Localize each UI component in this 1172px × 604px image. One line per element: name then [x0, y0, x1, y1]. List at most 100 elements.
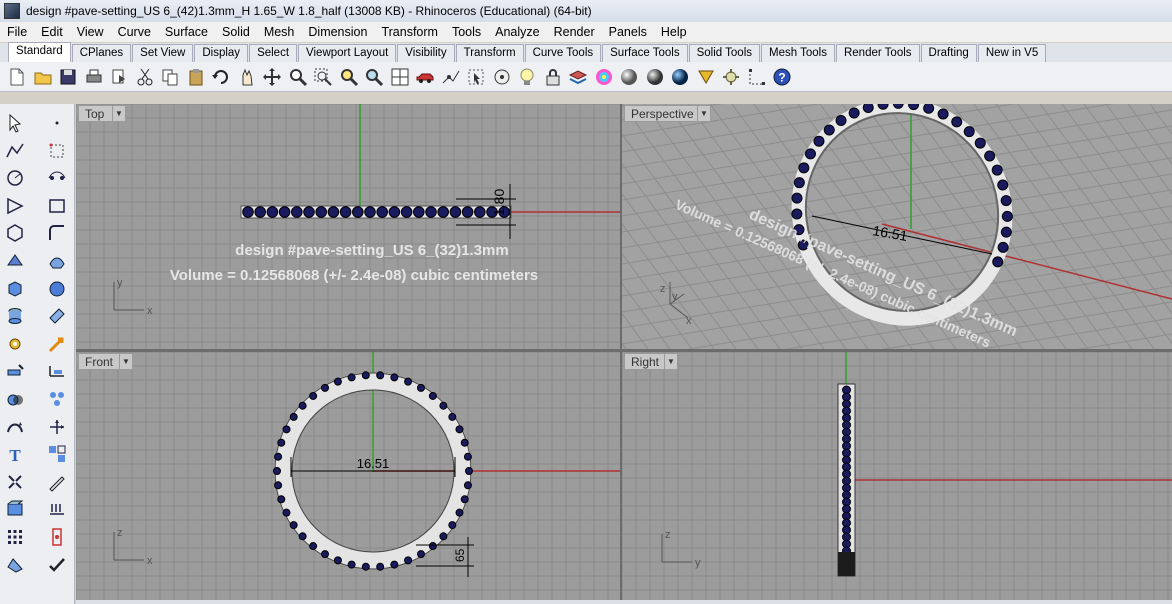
menu-curve[interactable]: Curve: [111, 22, 158, 42]
light-icon[interactable]: [516, 66, 538, 88]
dim-icon[interactable]: [46, 360, 68, 382]
props-icon[interactable]: [720, 66, 742, 88]
help-icon[interactable]: ?: [771, 66, 793, 88]
menu-analyze[interactable]: Analyze: [488, 22, 546, 42]
explode-icon[interactable]: [4, 471, 26, 493]
menu-panels[interactable]: Panels: [602, 22, 654, 42]
right-view-canvas[interactable]: yz: [622, 352, 1172, 600]
edit-icon[interactable]: [46, 471, 68, 493]
arc-icon[interactable]: [4, 167, 26, 189]
car-icon[interactable]: [414, 66, 436, 88]
new-file-icon[interactable]: [6, 66, 28, 88]
menu-view[interactable]: View: [70, 22, 111, 42]
menu-help[interactable]: Help: [654, 22, 694, 42]
zoom-window-icon[interactable]: [312, 66, 334, 88]
tab-viewport-layout[interactable]: Viewport Layout: [298, 44, 397, 62]
polygon-icon[interactable]: [4, 222, 26, 244]
chevron-down-icon[interactable]: ▼: [112, 106, 125, 121]
solid-edit-icon[interactable]: [4, 498, 26, 520]
tab-select[interactable]: Select: [249, 44, 298, 62]
ruler-icon[interactable]: [4, 554, 26, 576]
menu-transform[interactable]: Transform: [374, 22, 445, 42]
zoom-extents-icon[interactable]: [338, 66, 360, 88]
viewport-right[interactable]: yz Right ▼: [622, 352, 1172, 600]
render-sphere-icon[interactable]: [669, 66, 691, 88]
viewport-label-top[interactable]: Top ▼: [78, 105, 126, 122]
viewport-label-front[interactable]: Front ▼: [78, 353, 133, 370]
tab-new-in-v5[interactable]: New in V5: [977, 44, 1047, 62]
cut-icon[interactable]: [134, 66, 156, 88]
tab-render-tools[interactable]: Render Tools: [835, 44, 920, 62]
surface-icon[interactable]: [46, 250, 68, 272]
copy-icon[interactable]: [159, 66, 181, 88]
layer-icon[interactable]: [567, 66, 589, 88]
point-grid-icon[interactable]: [46, 167, 68, 189]
menu-file[interactable]: File: [0, 22, 34, 42]
front-view-canvas[interactable]: 16.51 65 x z: [76, 352, 620, 600]
tab-drafting[interactable]: Drafting: [920, 44, 977, 62]
zoom-selected-icon[interactable]: [363, 66, 385, 88]
menu-tools[interactable]: Tools: [445, 22, 488, 42]
circle-icon[interactable]: [491, 66, 513, 88]
chevron-down-icon[interactable]: ▼: [664, 354, 677, 369]
viewport-label-right[interactable]: Right ▼: [624, 353, 678, 370]
polyline-icon[interactable]: [4, 140, 26, 162]
shaded-sphere-icon[interactable]: [644, 66, 666, 88]
select-icon[interactable]: [465, 66, 487, 88]
perspective-view-canvas[interactable]: 16.51design #pave-setting_US 6_(32)1.3mm…: [622, 104, 1172, 349]
gear-icon[interactable]: [4, 333, 26, 355]
mesh-icon[interactable]: [46, 498, 68, 520]
tab-set-view[interactable]: Set View: [132, 44, 194, 62]
chevron-down-icon[interactable]: ▼: [697, 106, 710, 121]
print-icon[interactable]: [83, 66, 105, 88]
tab-cplanes[interactable]: CPlanes: [71, 44, 132, 62]
viewport-top[interactable]: 1.80 design #pave-setting_US 6_(32)1.3mm V…: [76, 104, 620, 349]
open-file-icon[interactable]: [32, 66, 54, 88]
grid-icon[interactable]: [4, 526, 26, 548]
viewport-front[interactable]: 16.51 65 x z Front ▼: [76, 352, 620, 600]
lamp-icon[interactable]: [695, 66, 717, 88]
tab-surface-tools[interactable]: Surface Tools: [602, 44, 688, 62]
patch-icon[interactable]: [46, 305, 68, 327]
top-view-canvas[interactable]: 1.80 design #pave-setting_US 6_(32)1.3mm V…: [76, 104, 620, 349]
menu-render[interactable]: Render: [547, 22, 602, 42]
group-icon[interactable]: [46, 443, 68, 465]
boolean-icon[interactable]: [4, 388, 26, 410]
pipe-icon[interactable]: [4, 360, 26, 382]
viewport-splitter-horizontal[interactable]: [76, 349, 1172, 352]
menu-solid[interactable]: Solid: [215, 22, 257, 42]
curve-tool-icon[interactable]: [4, 195, 26, 217]
curve-fillet-icon[interactable]: [46, 222, 68, 244]
lock-icon[interactable]: [542, 66, 564, 88]
text-icon[interactable]: T: [4, 443, 26, 465]
tab-solid-tools[interactable]: Solid Tools: [688, 44, 760, 62]
tab-display[interactable]: Display: [194, 44, 249, 62]
cylinder-icon[interactable]: [4, 305, 26, 327]
point-cloud-icon[interactable]: [46, 140, 68, 162]
rectangle-icon[interactable]: [46, 195, 68, 217]
import-icon[interactable]: [108, 66, 130, 88]
dim-icon[interactable]: [746, 66, 768, 88]
transform-icon[interactable]: [46, 333, 68, 355]
tab-standard[interactable]: Standard: [8, 42, 71, 62]
select-arrow-icon[interactable]: [4, 112, 26, 134]
color-icon[interactable]: [593, 66, 615, 88]
box-icon[interactable]: [4, 278, 26, 300]
sweep-icon[interactable]: [4, 416, 26, 438]
rotate-icon[interactable]: [261, 66, 283, 88]
save-icon[interactable]: [57, 66, 79, 88]
tab-curve-tools[interactable]: Curve Tools: [524, 44, 602, 62]
array-icon[interactable]: [46, 388, 68, 410]
move-icon[interactable]: [46, 416, 68, 438]
tab-transform[interactable]: Transform: [455, 44, 524, 62]
sphere-icon[interactable]: [46, 278, 68, 300]
pan-icon[interactable]: [236, 66, 258, 88]
extrude-icon[interactable]: [4, 250, 26, 272]
menu-mesh[interactable]: Mesh: [257, 22, 302, 42]
viewport-splitter-vertical[interactable]: [620, 104, 622, 600]
check-icon[interactable]: [46, 554, 68, 576]
zoom-icon[interactable]: [287, 66, 309, 88]
menu-edit[interactable]: Edit: [34, 22, 70, 42]
tab-mesh-tools[interactable]: Mesh Tools: [761, 44, 835, 62]
menu-dimension[interactable]: Dimension: [301, 22, 374, 42]
